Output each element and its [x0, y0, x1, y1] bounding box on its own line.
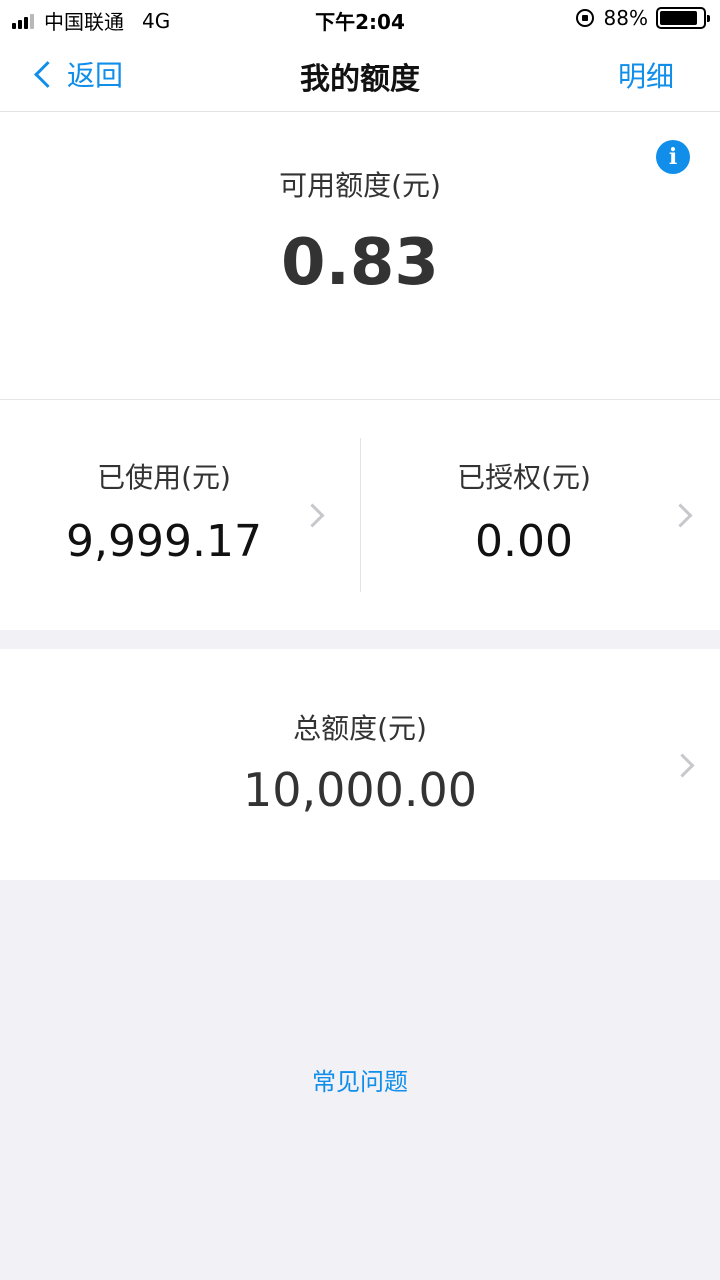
battery-icon — [656, 7, 710, 29]
navigation-bar: 返回 我的额度 明细 — [0, 36, 720, 112]
faq-section: 常见问题 — [0, 1062, 720, 1097]
total-credit-row[interactable]: 总额度(元) 10,000.00 — [0, 649, 720, 880]
rotation-lock-icon — [575, 9, 594, 27]
authorized-credit-label: 已授权(元) — [457, 461, 591, 494]
faq-link[interactable]: 常见问题 — [312, 1068, 408, 1096]
used-credit-cell[interactable]: 已使用(元) 9,999.17 — [0, 400, 360, 630]
detail-button[interactable]: 明细 — [618, 55, 674, 95]
available-credit-label: 可用额度(元) — [279, 169, 441, 202]
page-title: 我的额度 — [300, 62, 420, 97]
total-credit-value: 10,000.00 — [242, 763, 478, 817]
authorized-credit-value: 0.00 — [475, 516, 573, 567]
used-credit-value: 9,999.17 — [66, 516, 262, 567]
status-bar-right: 88% — [575, 6, 710, 30]
available-credit-section: i 可用额度(元) 0.83 — [0, 112, 720, 400]
used-credit-label: 已使用(元) — [97, 461, 231, 494]
battery-percent: 88% — [603, 6, 648, 30]
total-credit-label: 总额度(元) — [293, 712, 427, 745]
available-credit-value: 0.83 — [281, 226, 439, 300]
status-bar: 中国联通 4G 下午2:04 88% — [0, 0, 720, 36]
usage-section: 已使用(元) 9,999.17 已授权(元) 0.00 — [0, 400, 720, 630]
authorized-credit-cell[interactable]: 已授权(元) 0.00 — [360, 400, 720, 630]
battery-level-fill — [660, 11, 697, 25]
